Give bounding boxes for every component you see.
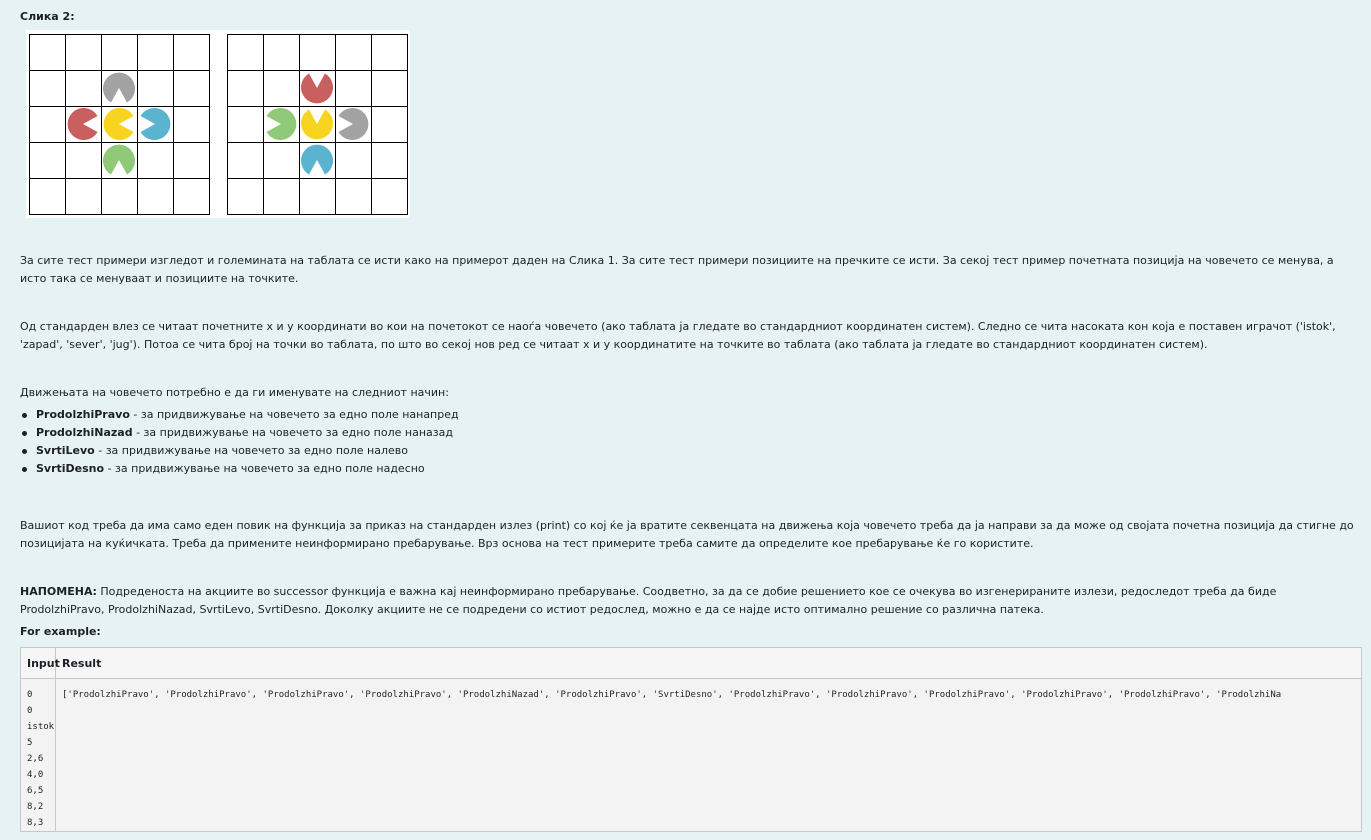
blue-pacman-icon (301, 144, 333, 175)
move-name: SvrtiLevo (36, 444, 95, 457)
move-description: - за придвижување на човечето за едно по… (132, 426, 453, 439)
input-cell: 0 0 istok 5 2,6 4,0 6,5 8,2 8,3 (20, 678, 56, 832)
gray-pacman-icon (103, 72, 135, 103)
paragraph-output-info: Вашиот код треба да има само еден повик … (20, 519, 1354, 550)
paragraph-input-format: Од стандарден влез се читаат почетните x… (20, 320, 1336, 351)
result-cell: ['ProdolzhiPravo', 'ProdolzhiPravo', 'Pr… (55, 678, 1362, 832)
green-pacman-icon (103, 144, 135, 175)
list-item: ProdolzhiPravo - за придвижување на чове… (20, 406, 459, 424)
table-row: 0 0 istok 5 2,6 4,0 6,5 8,2 8,3 ['Prodol… (20, 678, 1362, 832)
green-pacman-icon (266, 108, 297, 140)
red-pacman-icon (67, 108, 98, 140)
list-item: SvrtiLevo - за придвижување на човечето … (20, 442, 459, 460)
question-page: Слика 2: За сите тест примери изгледот и… (0, 0, 1371, 840)
move-name: ProdolzhiPravo (36, 408, 130, 421)
header-input: Input (20, 647, 60, 679)
move-name: ProdolzhiNazad (36, 426, 133, 439)
example-table: Input Result 0 0 istok 5 2,6 4,0 6,5 8,2… (20, 647, 1362, 832)
figure-panel (26, 30, 410, 218)
yellow-pacman-icon (103, 108, 134, 140)
header-result: Result (55, 647, 1362, 679)
list-item: SvrtiDesno - за придвижување на човечето… (20, 460, 459, 478)
paragraph-moves-intro: Движењата на човечето потребно е да ги и… (20, 386, 449, 399)
example-label: For example: (20, 625, 101, 638)
move-description: - за придвижување на човечето за едно по… (104, 462, 425, 475)
note-text: Подреденоста на акциите во successor фун… (20, 585, 1277, 616)
move-name: SvrtiDesno (36, 462, 105, 475)
blue-pacman-icon (140, 108, 171, 140)
yellow-pacman-icon (301, 109, 333, 140)
paragraph-board-info: За сите тест примери изгледот и големина… (20, 254, 1334, 285)
paragraph-note: НАПОМЕНА: Подреденоста на акциите во suc… (20, 583, 1350, 619)
move-description: - за придвижување на човечето за едно по… (94, 444, 408, 457)
gray-pacman-icon (338, 108, 369, 140)
list-item: ProdolzhiNazad - за придвижување на чове… (20, 424, 459, 442)
move-description: - за придвижување на човечето за едно по… (129, 408, 459, 421)
red-pacman-icon (301, 73, 333, 104)
note-label: НАПОМЕНА: (20, 585, 97, 598)
moves-list: ProdolzhiPravo - за придвижување на чове… (20, 406, 459, 478)
figure-heading: Слика 2: (20, 10, 75, 23)
